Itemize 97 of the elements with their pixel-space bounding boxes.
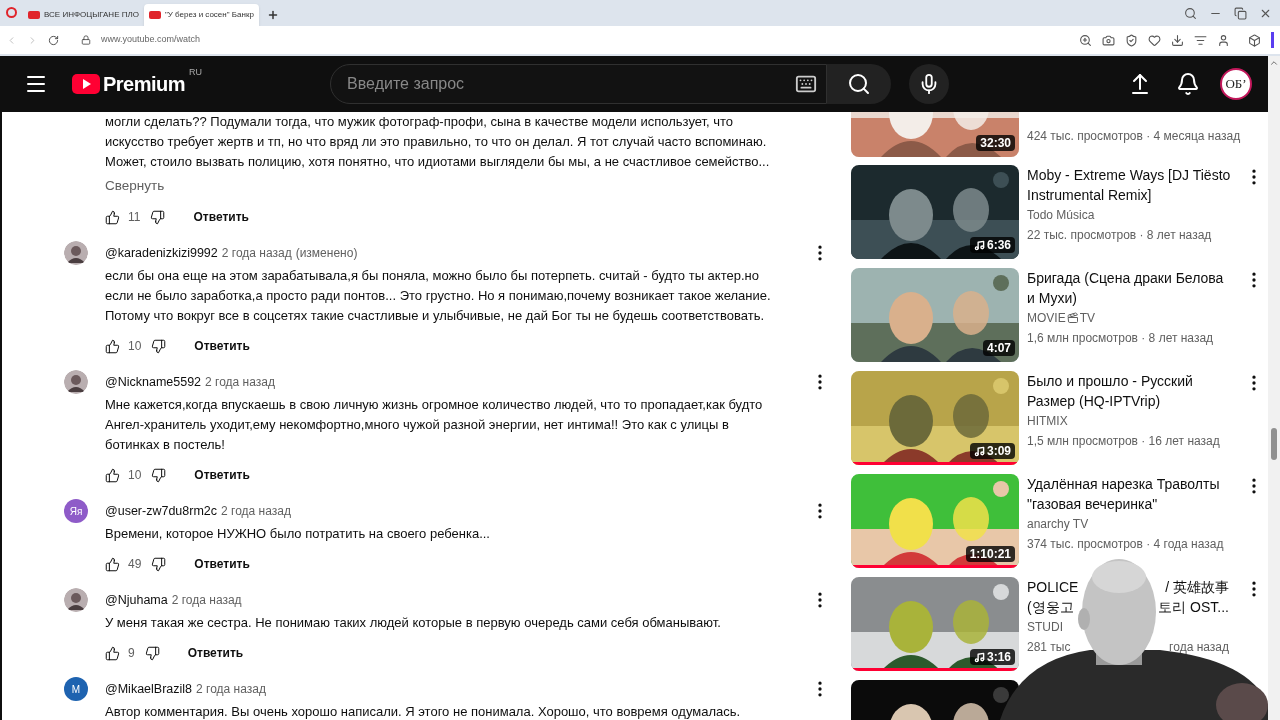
avatar[interactable]: M xyxy=(64,677,88,701)
like-count: 10 xyxy=(128,467,142,484)
like-count: 11 xyxy=(128,209,141,226)
youtube-icon xyxy=(148,11,161,19)
download-icon[interactable] xyxy=(1171,33,1184,47)
like-icon[interactable] xyxy=(105,338,120,354)
notifications-icon[interactable] xyxy=(1176,72,1200,96)
duration-badge: 3:09 xyxy=(969,443,1015,459)
reply-button[interactable]: Ответить xyxy=(185,203,257,231)
collapse-link[interactable]: Свернуть xyxy=(105,176,165,196)
keyboard-icon[interactable] xyxy=(795,73,818,95)
reply-button[interactable]: Ответить xyxy=(186,461,258,489)
comment-text: если бы она еще на этом зарабатывала,я бы поняла, можно было бы потерпеть. считай - будто ты актер.но если не было заработка,а просто ради понтов... Это грустно. Но я понимаю,почему возникает такое желание. Потому что вокруг все в соцсетях такие счастливые и улыбчивые, не дай Бог ты не будешь соответствовать. xyxy=(105,267,771,325)
scrollbar[interactable] xyxy=(1268,56,1280,720)
comment-text: Времени, которое НУЖНО было потратить на своего ребенка... xyxy=(105,525,490,543)
comment-author[interactable]: @karadenizkizi9992 xyxy=(105,243,218,263)
cube-icon[interactable] xyxy=(1248,33,1261,47)
restore-icon[interactable] xyxy=(1234,7,1247,20)
search-icon xyxy=(847,72,872,96)
logo-text[interactable]: Premium xyxy=(103,74,186,94)
dislike-icon[interactable] xyxy=(150,209,166,225)
dislike-icon[interactable] xyxy=(151,556,167,572)
account-avatar[interactable]: ОБ’ xyxy=(1220,68,1252,100)
comment-time[interactable]: 2 года назад xyxy=(221,244,292,262)
voice-search-button[interactable] xyxy=(909,64,950,104)
browser-tab[interactable]: ВСЕ ИНФОЦЫГАНЕ ПЛО xyxy=(23,4,144,26)
search-icon[interactable] xyxy=(1184,7,1197,20)
video-meta: 1,6 млн просмотров · 8 лет назад xyxy=(1027,330,1215,347)
video-meta: 1,5 млн просмотров · 16 лет назад xyxy=(1027,433,1220,450)
url-text[interactable]: www.youtube.com/watch xyxy=(101,33,201,47)
like-icon[interactable] xyxy=(105,209,120,225)
reply-button[interactable]: Ответить xyxy=(186,332,258,360)
dislike-icon[interactable] xyxy=(144,645,160,661)
list-icon[interactable] xyxy=(1194,33,1207,47)
scroll-up-icon[interactable] xyxy=(1269,58,1279,68)
comment-time[interactable]: 2 года назад xyxy=(221,502,291,520)
like-count: 10 xyxy=(128,338,142,355)
search-button[interactable] xyxy=(827,64,892,104)
video-title[interactable]: Moby - Extreme Ways [DJ Tiësto Instrumental Remix] xyxy=(1027,165,1231,205)
youtube-icon xyxy=(28,11,40,19)
profile-icon[interactable] xyxy=(1217,33,1230,47)
sidebar-indicator xyxy=(1271,32,1274,48)
lock-icon xyxy=(81,35,91,45)
channel-name[interactable]: anarchy TV xyxy=(1027,514,1089,534)
dislike-icon[interactable] xyxy=(151,467,167,483)
dislike-icon[interactable] xyxy=(151,338,167,354)
video-title[interactable]: Было и прошло - Русский Размер (HQ-IPTVrip) xyxy=(1027,371,1220,411)
comment-time[interactable]: 2 года назад xyxy=(205,373,275,391)
comment-author[interactable]: @Njuhama xyxy=(105,590,168,610)
heart-icon[interactable] xyxy=(1148,33,1161,47)
music-note-icon xyxy=(973,445,985,457)
duration-badge: 4:07 xyxy=(982,340,1015,356)
tab-title: "У берез и сосен" Банкр xyxy=(164,9,254,21)
channel-name[interactable]: HITMIX xyxy=(1027,411,1068,431)
browser-tab[interactable]: "У берез и сосен" Банкр xyxy=(143,4,259,26)
comment-time[interactable]: 2 года назад xyxy=(171,591,242,609)
duration-badge: 6:36 xyxy=(969,237,1015,253)
like-icon[interactable] xyxy=(105,645,120,661)
comment-text: У меня такая же сестра. Не понимаю таких людей которые в первую очередь сами себя обманывают. xyxy=(105,614,721,632)
music-note-icon xyxy=(973,239,985,251)
video-meta: 424 тыс. просмотров · 4 месяца назад xyxy=(1027,129,1241,143)
comment-time[interactable]: 2 года назад xyxy=(196,680,266,698)
comment-text: могли сделать?? Подумали тогда, что мужик фотограф-профи, сына в качестве модели использует, что искусство требует жертв и тп, но что вряд ли это правильно, то что он делал. Я тот случай часто вспоминаю. Может, стоило вызвать полицию, хотя понятно, что идиотами выглядели бы мы, а не счастливое семейство... xyxy=(105,113,770,171)
comment-author[interactable]: @MikaelBrazil8 xyxy=(105,679,193,699)
edited-label: (изменено) xyxy=(295,245,358,262)
search-field[interactable]: Введите запрос xyxy=(330,64,828,104)
like-icon[interactable] xyxy=(105,467,120,483)
video-meta: 374 тыс. просмотров · 4 года назад xyxy=(1027,536,1224,553)
scrollbar-thumb[interactable] xyxy=(1271,428,1277,460)
tab-title: ВСЕ ИНФОЦЫГАНЕ ПЛО xyxy=(44,9,139,21)
comment-author[interactable]: @user-zw7du8rm2c xyxy=(105,501,218,521)
channel-name[interactable]: Todo Música xyxy=(1027,205,1095,225)
video-title[interactable]: Удалённая нарезка Траволты "газовая вечеринка" xyxy=(1027,474,1224,514)
channel-name[interactable]: TV xyxy=(1079,308,1095,328)
camera-icon[interactable] xyxy=(1102,33,1115,47)
like-count: 9 xyxy=(128,645,135,662)
region-label: RU xyxy=(189,66,203,79)
close-icon[interactable] xyxy=(1259,7,1272,20)
zoom-icon[interactable] xyxy=(1079,33,1092,47)
comment-text: Мне кажется,когда впускаешь в свою личную жизнь огромное количество людей, что то пропадает,как будто Ангел-хранитель уходит,ему некомфортно,много чужой разной энергии, нет интима!! Это как с улицы в ботинках в постель! xyxy=(105,396,763,454)
reload-icon[interactable] xyxy=(48,34,59,46)
new-tab-icon[interactable] xyxy=(266,9,279,21)
opera-logo-icon[interactable] xyxy=(6,7,17,18)
shield-icon[interactable] xyxy=(1125,33,1138,47)
comment-author[interactable]: @Nickname5592 xyxy=(105,372,202,392)
clapperboard-icon xyxy=(1066,312,1079,324)
duration-badge: 32:30 xyxy=(976,135,1015,151)
video-title[interactable]: Бригада (Сцена драки Белова и Мухи) xyxy=(1027,268,1224,308)
like-icon[interactable] xyxy=(105,556,120,572)
like-count: 49 xyxy=(128,556,142,573)
play-logo-icon[interactable] xyxy=(72,74,100,94)
avatar[interactable]: Яя xyxy=(64,499,88,523)
video-meta: 22 тыс. просмотров · 8 лет назад xyxy=(1027,227,1213,244)
reply-button[interactable]: Ответить xyxy=(186,550,258,578)
channel-name[interactable]: MOVIE xyxy=(1027,308,1066,328)
reply-button[interactable]: Ответить xyxy=(179,639,252,667)
comment-text: Автор комментария. Вы очень хорошо написали. Я этого не понимала. Хорошо, что вовремя одумалась. xyxy=(105,703,741,720)
